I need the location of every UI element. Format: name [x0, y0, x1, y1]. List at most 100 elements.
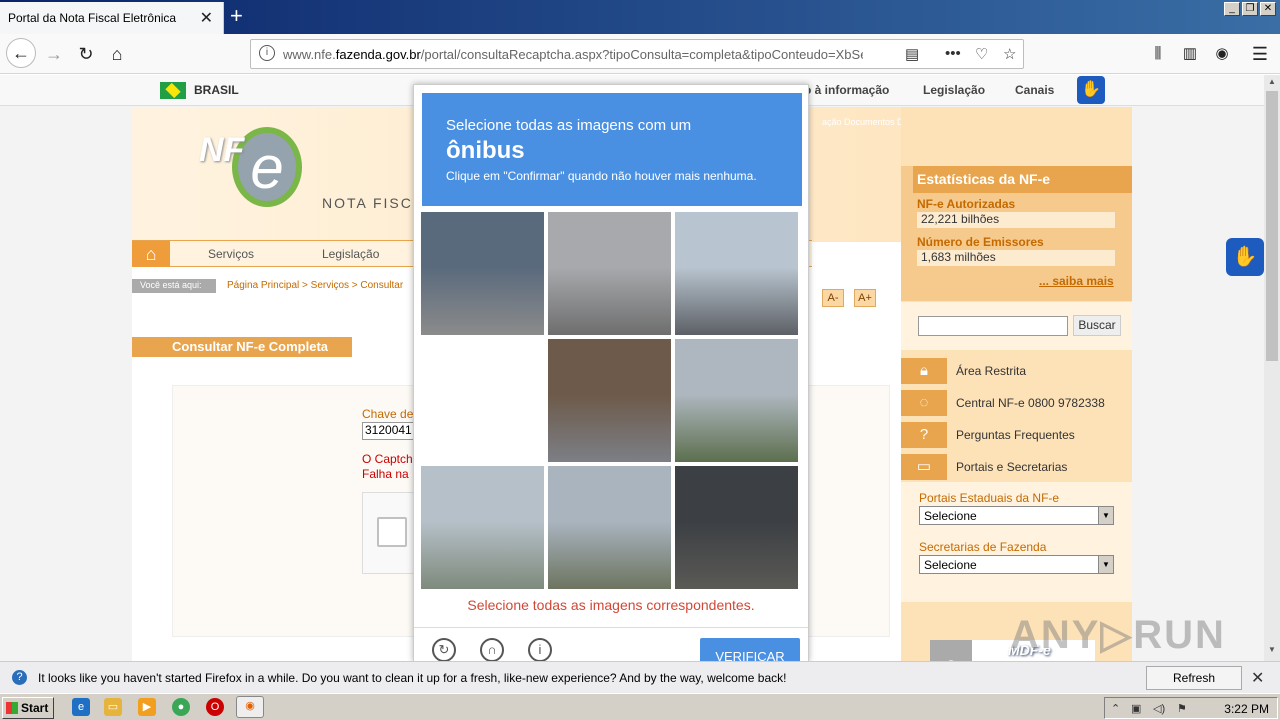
captcha-tile-dark-wall[interactable] [675, 466, 798, 589]
gov-link-legislacao[interactable]: Legislação [923, 83, 985, 97]
breadcrumb: Você está aqui: Página Principal > Servi… [132, 279, 432, 293]
window-icon: ▭ [901, 454, 947, 480]
question-icon: ? [901, 422, 947, 448]
verify-button[interactable]: VERIFICAR [700, 638, 800, 661]
new-tab-button[interactable]: + [230, 3, 243, 29]
reader-view-icon[interactable]: ▤ [905, 45, 919, 63]
tab-title: Portal da Nota Fiscal Eletrônica [8, 11, 177, 25]
windows-logo-icon [6, 702, 18, 714]
refresh-firefox-button[interactable]: Refresh Firefox… [1146, 666, 1242, 707]
reload-icon[interactable]: ↻ [74, 42, 98, 66]
secretarias-select[interactable]: Selecione ▼ [919, 555, 1114, 574]
url-bar[interactable]: i www.nfe.fazenda.gov.br/portal/consulta… [250, 39, 1024, 69]
close-icon[interactable]: ✕ [1251, 668, 1264, 688]
breadcrumb-label: Você está aqui: [132, 279, 216, 293]
captcha-tile-bus-building[interactable] [548, 339, 671, 462]
captcha-tile-empty[interactable] [421, 339, 544, 462]
secretarias-label: Secretarias de Fazenda [919, 540, 1047, 554]
tab-close-icon[interactable]: ✕ [200, 8, 213, 28]
challenge-object: ônibus [446, 137, 525, 164]
menu-servicos[interactable]: Serviços [208, 247, 254, 261]
search-area: Buscar [901, 302, 1132, 350]
url-text[interactable]: www.nfe.fazenda.gov.br/portal/consultaRe… [283, 47, 863, 62]
start-button[interactable]: Start [2, 697, 54, 719]
chrome-icon[interactable]: ● [172, 698, 190, 716]
emitters-value: 1,683 milhões [917, 250, 1115, 266]
search-input[interactable] [918, 316, 1068, 336]
firefox-task-icon[interactable]: ◉ [236, 696, 264, 718]
volume-icon[interactable]: ◁) [1153, 702, 1165, 715]
network-icon[interactable]: ▣ [1131, 702, 1141, 715]
scroll-thumb[interactable] [1266, 91, 1278, 361]
back-arrow-icon[interactable]: ← [6, 38, 36, 68]
taskbar: Start e ▭ ▶ ● O ◉ ⌃ ▣ ◁) ⚑ 3:22 PM [0, 693, 1280, 720]
media-player-icon[interactable]: ▶ [138, 698, 156, 716]
bookmark-star-icon[interactable]: ☆ [1003, 45, 1016, 63]
emitters-label: Número de Emissores [917, 235, 1044, 249]
sidebar-item-restricted[interactable]: 🔒︎ Área Restrita [901, 358, 1132, 384]
portais-panel: Portais Estaduais da NF-e Selecione ▼ Se… [901, 482, 1132, 602]
authorized-label: NF-e Autorizadas [917, 197, 1016, 211]
clock: 3:22 PM [1224, 702, 1269, 716]
captcha-tile-road-hill[interactable] [548, 466, 671, 589]
gov-link-canais[interactable]: Canais [1015, 83, 1054, 97]
vlibras-icon[interactable]: ✋ [1077, 76, 1105, 104]
reload-icon[interactable]: ↻ [432, 638, 456, 661]
font-decrease-button[interactable]: A- [822, 289, 844, 307]
chave-input[interactable]: 3120041 [362, 422, 414, 440]
question-icon: ? [12, 670, 27, 685]
nfe-logo[interactable]: e NF [194, 125, 314, 215]
headphones-icon[interactable]: ∩ [480, 638, 504, 661]
show-hidden-icon[interactable]: ⌃ [1111, 702, 1120, 715]
account-icon[interactable]: ◉ [1210, 42, 1234, 66]
recaptcha-challenge: Selecione todas as imagens com um ônibus… [413, 84, 809, 662]
chevron-down-icon: ▼ [1098, 556, 1113, 573]
restore-button[interactable]: ❐ [1242, 2, 1258, 16]
notification-bar: ? It looks like you haven't started Fire… [0, 661, 1280, 707]
opera-icon[interactable]: O [206, 698, 224, 716]
breadcrumb-path[interactable]: Página Principal > Serviços > Consultar [227, 280, 403, 291]
page-actions-icon[interactable]: ••• [945, 45, 961, 62]
challenge-hint: Clique em "Confirmar" quando não houver … [446, 169, 757, 183]
home-icon[interactable]: ⌂ [105, 42, 129, 66]
captcha-tile-street[interactable] [675, 212, 798, 335]
forward-arrow-icon[interactable]: → [42, 42, 66, 66]
captcha-tile-crosswalk[interactable] [548, 212, 671, 335]
page-scrollbar[interactable]: ▲ ▼ [1264, 75, 1280, 661]
captcha-tile-hills-sky[interactable] [421, 466, 544, 589]
sidebar-item-portais[interactable]: ▭ Portais e Secretarias [901, 454, 1132, 480]
menu-icon[interactable]: ☰ [1248, 42, 1272, 66]
sidebar-item-faq[interactable]: ? Perguntas Frequentes [901, 422, 1132, 448]
vlibras-hand-icon[interactable]: ✋ [1226, 238, 1264, 276]
search-button[interactable]: Buscar [1073, 315, 1121, 336]
info-icon[interactable]: i [259, 45, 275, 61]
sidebar-icon[interactable]: ▥ [1178, 42, 1202, 66]
minimize-button[interactable]: _ [1224, 2, 1240, 16]
authorized-value: 22,221 bilhões [917, 212, 1115, 228]
captcha-tile-street-bus[interactable] [421, 212, 544, 335]
menu-legislacao[interactable]: Legislação [322, 247, 379, 261]
navigation-toolbar: ← → ↻ ⌂ i www.nfe.fazenda.gov.br/portal/… [0, 34, 1280, 74]
page-title: Consultar NF-e Completa [132, 337, 352, 357]
pocket-icon[interactable]: ♡ [975, 45, 988, 63]
flag-icon[interactable]: ⚑ [1177, 702, 1187, 715]
challenge-footer: ↻ ∩ i VERIFICAR [414, 627, 808, 661]
sidebar-item-central[interactable]: ◌ Central NF-e 0800 9782338 [901, 390, 1132, 416]
captcha-tile-field-sky[interactable] [675, 339, 798, 462]
font-increase-button[interactable]: A+ [854, 289, 876, 307]
gov-link-access[interactable]: o à informação [804, 83, 889, 97]
ie-icon[interactable]: e [72, 698, 90, 716]
more-stats-link[interactable]: ... saiba mais [1039, 274, 1114, 288]
home-icon[interactable]: ⌂ [132, 241, 170, 267]
close-window-button[interactable]: ✕ [1260, 2, 1276, 16]
system-tray: ⌃ ▣ ◁) ⚑ 3:22 PM [1104, 697, 1278, 719]
recaptcha-checkbox[interactable] [377, 517, 407, 547]
folder-icon[interactable]: ▭ [104, 698, 122, 716]
portais-select[interactable]: Selecione ▼ [919, 506, 1114, 525]
scroll-down-icon[interactable]: ▼ [1266, 645, 1278, 659]
library-icon[interactable]: ⫼ [1146, 42, 1170, 66]
info-icon[interactable]: i [528, 638, 552, 661]
brasil-link[interactable]: BRASIL [194, 83, 239, 97]
tab-portal-nfe[interactable]: Portal da Nota Fiscal Eletrônica ✕ [0, 2, 224, 34]
scroll-up-icon[interactable]: ▲ [1266, 77, 1278, 91]
